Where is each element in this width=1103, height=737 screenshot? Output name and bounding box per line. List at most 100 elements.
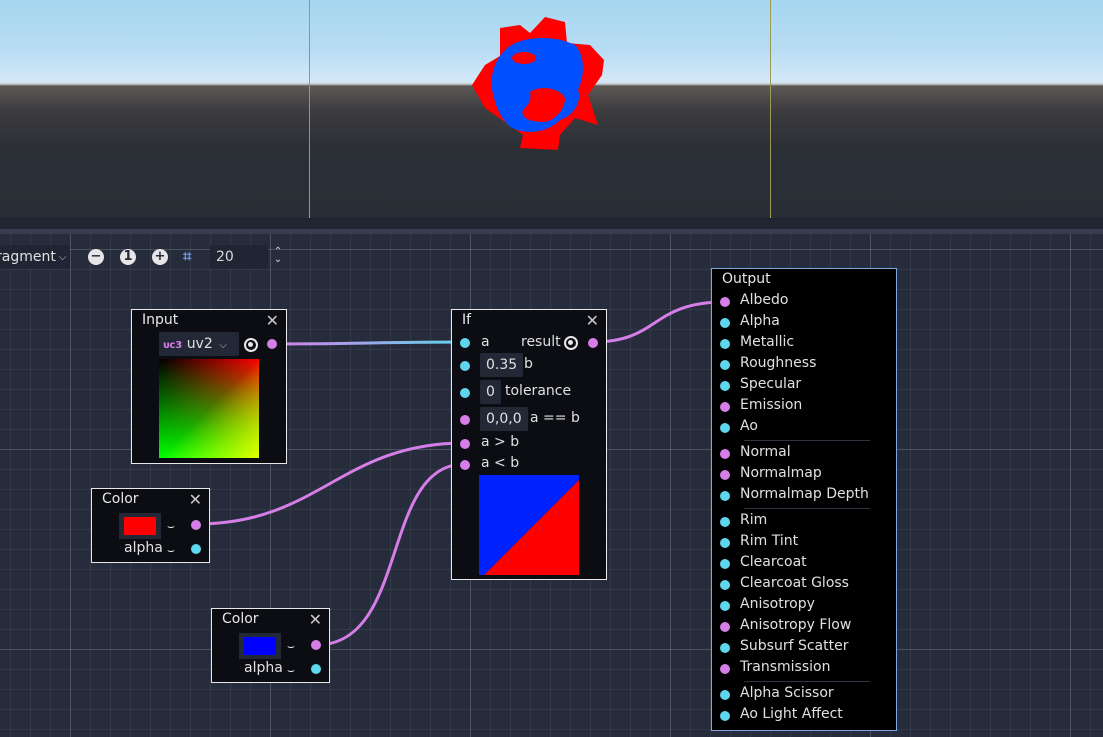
if-node[interactable]: If ✕ a result 0.35 b 0 tolerance 0,0,0 a…: [451, 309, 607, 580]
output-port-alpha[interactable]: [191, 544, 201, 554]
port-b[interactable]: [460, 361, 470, 371]
input-port[interactable]: [720, 360, 730, 370]
port-label: Normalmap Depth: [740, 486, 869, 502]
port-result[interactable]: [588, 338, 598, 348]
input-port[interactable]: [720, 711, 730, 721]
input-port[interactable]: [720, 449, 730, 459]
port-label: Clearcoat: [740, 554, 807, 570]
port-label: Roughness: [740, 355, 817, 371]
if-preview: [479, 475, 579, 575]
input-port[interactable]: [720, 601, 730, 611]
node-title: Output: [722, 271, 771, 287]
input-port[interactable]: [720, 643, 730, 653]
port-label: Metallic: [740, 334, 795, 350]
input-name-select[interactable]: ᴜᴄ3 uv2 ⌵: [159, 332, 239, 356]
zoom-in-button[interactable]: +: [152, 249, 168, 265]
output-port[interactable]: [267, 339, 277, 349]
input-port[interactable]: [720, 339, 730, 349]
one-circle-icon: 1: [123, 249, 133, 264]
port-label: Emission: [740, 397, 803, 413]
alpha-label: alpha: [244, 660, 283, 676]
port-label: Albedo: [740, 292, 789, 308]
close-icon[interactable]: ✕: [586, 311, 599, 330]
chevron-down-icon: ⌵: [58, 251, 67, 263]
input-name-value: uv2: [186, 336, 213, 352]
input-port[interactable]: [720, 664, 730, 674]
node-title: Color: [102, 491, 139, 507]
separator: [744, 440, 870, 441]
input-port[interactable]: [720, 423, 730, 433]
close-icon[interactable]: ✕: [189, 490, 202, 509]
wire-input-to-if-a: [272, 340, 466, 346]
output-port-color[interactable]: [191, 520, 201, 530]
port-label: Ao: [740, 418, 758, 434]
port-a[interactable]: [460, 338, 470, 348]
preview-toggle-icon[interactable]: [564, 336, 578, 350]
port-label: Anisotropy: [740, 596, 815, 612]
close-icon[interactable]: ✕: [266, 311, 279, 330]
port-a-gt-b[interactable]: [460, 439, 470, 449]
port-label-a-eq-b: a == b: [530, 410, 580, 426]
vec3-type-icon: ᴜᴄ3: [163, 340, 183, 351]
snap-distance-spinner[interactable]: ⌃ ⌄: [271, 247, 285, 266]
port-a-lt-b[interactable]: [460, 460, 470, 470]
expand-icon[interactable]: ⌣: [287, 639, 295, 654]
port-label: Ao Light Affect: [740, 706, 843, 722]
input-port[interactable]: [720, 690, 730, 700]
input-port[interactable]: [720, 622, 730, 632]
expand-icon[interactable]: ⌣: [167, 543, 175, 558]
port-tolerance[interactable]: [460, 388, 470, 398]
port-label-a-lt-b: a < b: [481, 455, 520, 471]
color-picker-button[interactable]: [119, 513, 161, 539]
port-label-result: result: [521, 334, 561, 350]
input-port[interactable]: [720, 517, 730, 527]
output-node[interactable]: Output Albedo Alpha Metallic Roughness Specu…: [711, 268, 897, 731]
port-label: Rim Tint: [740, 533, 799, 549]
input-port[interactable]: [720, 297, 730, 307]
port-label: Clearcoat Gloss: [740, 575, 849, 591]
tolerance-value-input[interactable]: 0: [480, 380, 501, 404]
close-icon[interactable]: ✕: [309, 610, 322, 629]
input-port[interactable]: [720, 402, 730, 412]
port-label: Normalmap: [740, 465, 822, 481]
input-port[interactable]: [720, 559, 730, 569]
snap-toggle-button[interactable]: ⌗: [183, 247, 201, 265]
b-value-input[interactable]: 0.35: [480, 353, 524, 377]
port-label-a-gt-b: a > b: [481, 434, 520, 450]
color-picker-button[interactable]: [239, 633, 281, 659]
alpha-label: alpha: [124, 540, 163, 556]
port-label-b: b: [524, 356, 533, 372]
port-label: Normal: [740, 444, 791, 460]
eq-value-input[interactable]: 0,0,0: [480, 407, 528, 431]
input-port[interactable]: [720, 470, 730, 480]
expand-icon[interactable]: ⌣: [167, 519, 175, 534]
color-node-red[interactable]: Color ✕ ⌣ alpha ⌣: [91, 488, 210, 563]
zoom-out-button[interactable]: −: [88, 249, 104, 265]
port-label: Alpha Scissor: [740, 685, 834, 701]
input-port[interactable]: [720, 491, 730, 501]
port-label: Specular: [740, 376, 802, 392]
wire-if-result-to-albedo: [592, 300, 726, 344]
grid-snap-icon: ⌗: [183, 247, 192, 265]
port-a-eq-b[interactable]: [460, 415, 470, 425]
port-label: Rim: [740, 512, 768, 528]
minus-circle-icon: −: [90, 249, 102, 264]
input-node[interactable]: Input ✕ ᴜᴄ3 uv2 ⌵: [131, 309, 287, 464]
output-port-alpha[interactable]: [311, 664, 321, 674]
input-port[interactable]: [720, 318, 730, 328]
zoom-reset-button[interactable]: 1: [120, 249, 136, 265]
output-port-color[interactable]: [311, 640, 321, 650]
input-port[interactable]: [720, 538, 730, 548]
shader-mode-label: ragment: [0, 249, 56, 265]
input-port[interactable]: [720, 381, 730, 391]
color-swatch: [124, 517, 156, 535]
input-port[interactable]: [720, 580, 730, 590]
expand-icon[interactable]: ⌣: [287, 663, 295, 678]
port-label-a: a: [481, 334, 490, 350]
preview-toggle-icon[interactable]: [244, 338, 258, 352]
port-label: Anisotropy Flow: [740, 617, 852, 633]
shader-mode-select[interactable]: ragment ⌵: [0, 245, 70, 269]
wire-color2-to-if-lt: [315, 462, 466, 647]
snap-distance-input[interactable]: 20: [210, 245, 268, 269]
color-node-blue[interactable]: Color ✕ ⌣ alpha ⌣: [211, 608, 330, 683]
